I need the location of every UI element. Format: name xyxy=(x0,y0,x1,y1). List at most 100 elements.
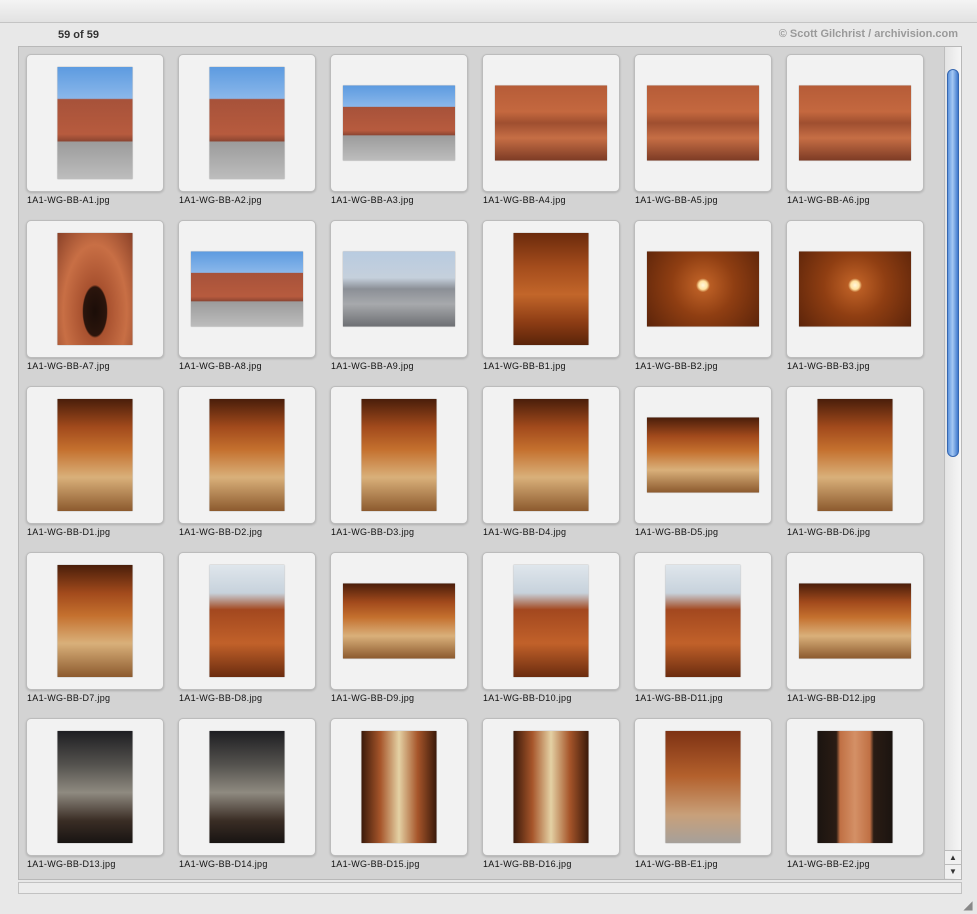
thumbnail-frame[interactable] xyxy=(178,54,316,192)
thumbnail-frame[interactable] xyxy=(330,220,468,358)
thumbnail-frame[interactable] xyxy=(634,220,772,358)
thumbnail-frame[interactable] xyxy=(634,54,772,192)
thumbnail-frame[interactable] xyxy=(330,386,468,524)
thumbnail-image[interactable] xyxy=(191,251,303,327)
thumbnail-cell[interactable]: 1A1-WG-BB-A3.jpg xyxy=(323,47,475,209)
thumbnail-frame[interactable] xyxy=(178,718,316,856)
thumbnail-frame[interactable] xyxy=(634,552,772,690)
thumbnail-frame[interactable] xyxy=(634,386,772,524)
thumbnail-frame[interactable] xyxy=(26,552,164,690)
thumbnail-image[interactable] xyxy=(647,251,759,327)
thumbnail-filename: 1A1-WG-BB-B2.jpg xyxy=(635,361,718,371)
thumbnail-frame[interactable] xyxy=(786,386,924,524)
thumbnail-image[interactable] xyxy=(209,731,285,843)
thumbnail-cell[interactable]: 1A1-WG-BB-D15.jpg xyxy=(323,711,475,873)
thumbnail-frame[interactable] xyxy=(178,552,316,690)
horizontal-scrollbar[interactable] xyxy=(18,882,962,894)
thumbnail-frame[interactable] xyxy=(786,54,924,192)
thumbnail-cell[interactable]: 1A1-WG-BB-D3.jpg xyxy=(323,379,475,541)
thumbnail-image[interactable] xyxy=(513,233,589,345)
thumbnail-cell[interactable]: 1A1-WG-BB-D5.jpg xyxy=(627,379,779,541)
thumbnail-frame[interactable] xyxy=(330,718,468,856)
thumbnail-cell[interactable]: 1A1-WG-BB-A9.jpg xyxy=(323,213,475,375)
thumbnail-cell[interactable]: 1A1-WG-BB-D7.jpg xyxy=(19,545,171,707)
thumbnail-filename: 1A1-WG-BB-E1.jpg xyxy=(635,859,718,869)
thumbnail-cell[interactable]: 1A1-WG-BB-D6.jpg xyxy=(779,379,931,541)
thumbnail-cell[interactable]: 1A1-WG-BB-E1.jpg xyxy=(627,711,779,873)
thumbnail-image[interactable] xyxy=(513,565,589,677)
thumbnail-frame[interactable] xyxy=(482,552,620,690)
thumbnail-image[interactable] xyxy=(799,583,911,659)
thumbnail-cell[interactable]: 1A1-WG-BB-A2.jpg xyxy=(171,47,323,209)
thumbnail-cell[interactable]: 1A1-WG-BB-D9.jpg xyxy=(323,545,475,707)
thumbnail-image[interactable] xyxy=(665,565,741,677)
thumbnail-image[interactable] xyxy=(361,399,437,511)
thumbnail-cell[interactable]: 1A1-WG-BB-D1.jpg xyxy=(19,379,171,541)
thumbnail-cell[interactable]: 1A1-WG-BB-B3.jpg xyxy=(779,213,931,375)
thumbnail-cell[interactable]: 1A1-WG-BB-A5.jpg xyxy=(627,47,779,209)
thumbnail-frame[interactable] xyxy=(482,220,620,358)
thumbnail-image[interactable] xyxy=(799,85,911,161)
scroll-up-arrow[interactable]: ▲ xyxy=(945,850,961,864)
thumbnail-image[interactable] xyxy=(647,417,759,493)
thumbnail-image[interactable] xyxy=(513,731,589,843)
thumbnail-frame[interactable] xyxy=(786,220,924,358)
vertical-scrollbar[interactable]: ▲ ▼ xyxy=(944,47,961,879)
thumbnail-cell[interactable]: 1A1-WG-BB-B1.jpg xyxy=(475,213,627,375)
thumbnail-frame[interactable] xyxy=(482,54,620,192)
thumbnail-image[interactable] xyxy=(209,565,285,677)
thumbnail-image[interactable] xyxy=(361,731,437,843)
scrollbar-thumb[interactable] xyxy=(947,69,959,457)
thumbnail-cell[interactable]: 1A1-WG-BB-B2.jpg xyxy=(627,213,779,375)
thumbnail-frame[interactable] xyxy=(330,54,468,192)
thumbnail-image[interactable] xyxy=(817,731,893,843)
thumbnail-image[interactable] xyxy=(209,67,285,179)
thumbnail-image[interactable] xyxy=(343,85,455,161)
thumbnail-frame[interactable] xyxy=(634,718,772,856)
thumbnail-cell[interactable]: 1A1-WG-BB-D16.jpg xyxy=(475,711,627,873)
thumbnail-image[interactable] xyxy=(799,251,911,327)
thumbnail-frame[interactable] xyxy=(26,386,164,524)
scroll-down-arrow[interactable]: ▼ xyxy=(945,864,961,878)
thumbnail-frame[interactable] xyxy=(178,220,316,358)
resize-grip-icon[interactable]: ◢ xyxy=(961,898,975,912)
thumbnail-cell[interactable]: 1A1-WG-BB-E2.jpg xyxy=(779,711,931,873)
thumbnail-image[interactable] xyxy=(513,399,589,511)
thumbnail-image[interactable] xyxy=(57,67,133,179)
thumbnail-image[interactable] xyxy=(209,399,285,511)
thumbnail-cell[interactable]: 1A1-WG-BB-D13.jpg xyxy=(19,711,171,873)
thumbnail-cell[interactable]: 1A1-WG-BB-A8.jpg xyxy=(171,213,323,375)
thumbnail-frame[interactable] xyxy=(330,552,468,690)
thumbnail-frame[interactable] xyxy=(26,54,164,192)
thumbnail-frame[interactable] xyxy=(178,386,316,524)
thumbnail-image[interactable] xyxy=(495,85,607,161)
thumbnail-cell[interactable]: 1A1-WG-BB-A6.jpg xyxy=(779,47,931,209)
thumbnail-image[interactable] xyxy=(343,251,455,327)
thumbnail-cell[interactable]: 1A1-WG-BB-D12.jpg xyxy=(779,545,931,707)
thumbnail-cell[interactable]: 1A1-WG-BB-D4.jpg xyxy=(475,379,627,541)
thumbnail-filename: 1A1-WG-BB-A4.jpg xyxy=(483,195,566,205)
thumbnail-cell[interactable]: 1A1-WG-BB-A1.jpg xyxy=(19,47,171,209)
thumbnail-image[interactable] xyxy=(343,583,455,659)
thumbnail-cell[interactable]: 1A1-WG-BB-D11.jpg xyxy=(627,545,779,707)
thumbnail-cell[interactable]: 1A1-WG-BB-D10.jpg xyxy=(475,545,627,707)
thumbnail-cell[interactable]: 1A1-WG-BB-D2.jpg xyxy=(171,379,323,541)
thumbnail-cell[interactable]: 1A1-WG-BB-D8.jpg xyxy=(171,545,323,707)
thumbnail-image[interactable] xyxy=(647,85,759,161)
thumbnail-frame[interactable] xyxy=(26,220,164,358)
thumbnail-frame[interactable] xyxy=(482,718,620,856)
thumbnail-filename: 1A1-WG-BB-A5.jpg xyxy=(635,195,718,205)
thumbnail-frame[interactable] xyxy=(786,718,924,856)
thumbnail-image[interactable] xyxy=(817,399,893,511)
thumbnail-cell[interactable]: 1A1-WG-BB-A7.jpg xyxy=(19,213,171,375)
thumbnail-image[interactable] xyxy=(57,233,133,345)
thumbnail-image[interactable] xyxy=(57,731,133,843)
thumbnail-image[interactable] xyxy=(57,399,133,511)
thumbnail-cell[interactable]: 1A1-WG-BB-D14.jpg xyxy=(171,711,323,873)
thumbnail-image[interactable] xyxy=(57,565,133,677)
thumbnail-frame[interactable] xyxy=(26,718,164,856)
thumbnail-image[interactable] xyxy=(665,731,741,843)
thumbnail-frame[interactable] xyxy=(482,386,620,524)
thumbnail-frame[interactable] xyxy=(786,552,924,690)
thumbnail-cell[interactable]: 1A1-WG-BB-A4.jpg xyxy=(475,47,627,209)
